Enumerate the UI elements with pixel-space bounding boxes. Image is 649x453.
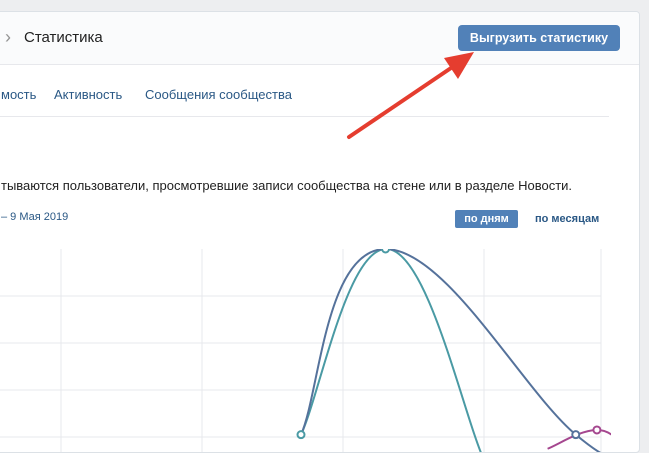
section-description: тываются пользователи, просмотревшие зап… (1, 178, 573, 193)
series-line-1 (300, 249, 482, 452)
data-point (592, 425, 602, 435)
reach-line-chart (0, 249, 611, 452)
chart-grid (0, 249, 602, 452)
chart-series (300, 249, 611, 452)
toggle-by-months[interactable]: по месяцам (535, 210, 599, 228)
tab-reach[interactable]: мость (1, 87, 36, 102)
chevron-right-icon[interactable]: › (5, 28, 11, 46)
date-range-link[interactable]: – 9 Мая 2019 (1, 211, 68, 223)
tab-activity[interactable]: Активность (54, 87, 122, 102)
export-statistics-button[interactable]: Выгрузить статистику (458, 25, 620, 51)
series-line-2 (300, 249, 602, 452)
data-point (571, 430, 581, 440)
toggle-by-days[interactable]: по дням (455, 210, 518, 228)
statistics-panel: › Статистика Выгрузить статистику мость … (0, 11, 640, 453)
page-title: Статистика (24, 29, 103, 46)
tab-bar: мость Активность Сообщения сообщества (0, 64, 609, 117)
page-header: › Статистика Выгрузить статистику (0, 12, 639, 65)
data-point (296, 430, 306, 440)
tab-community-messages[interactable]: Сообщения сообщества (145, 87, 292, 102)
data-point (381, 249, 391, 254)
